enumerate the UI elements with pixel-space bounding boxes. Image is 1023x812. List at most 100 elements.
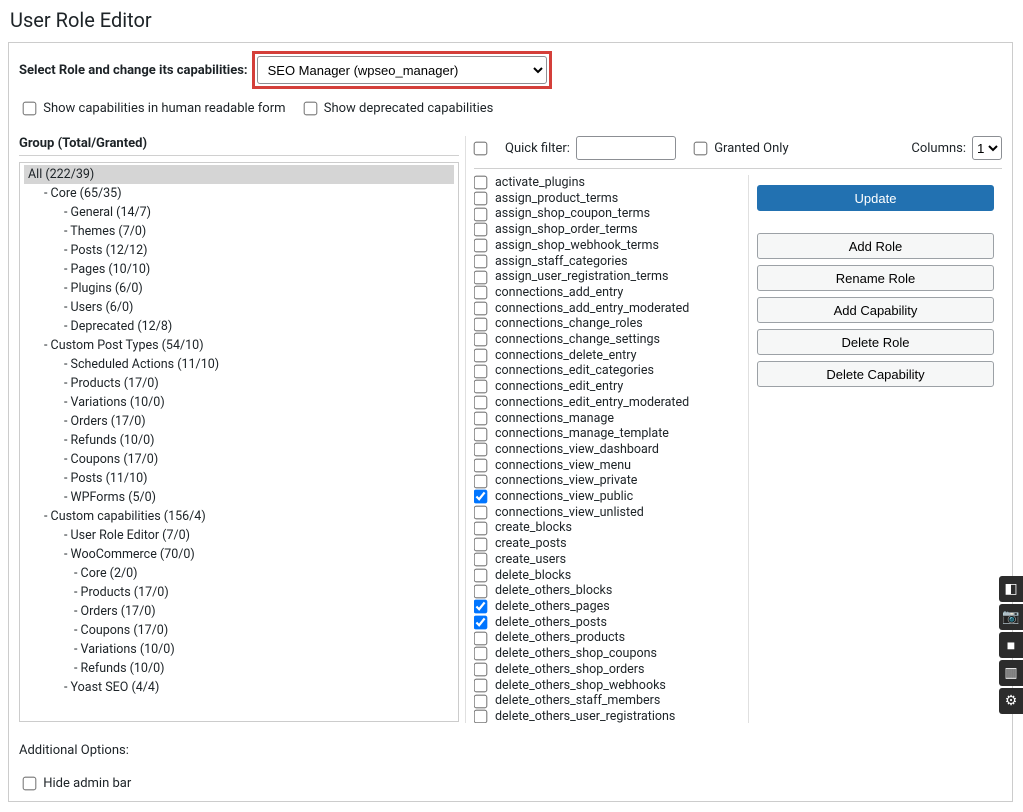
rename-role-button[interactable]: Rename Role	[757, 265, 994, 291]
capability-label[interactable]: create_blocks	[495, 520, 572, 536]
camera-icon[interactable]: 📷	[999, 604, 1023, 630]
granted-only-checkbox[interactable]	[694, 141, 708, 155]
capability-label[interactable]: assign_staff_categories	[495, 254, 628, 270]
capability-checkbox[interactable]	[474, 506, 487, 520]
tree-item[interactable]: - Refunds (10/0)	[24, 431, 454, 450]
hide-admin-bar-checkbox[interactable]	[23, 777, 37, 791]
tree-item[interactable]: - Custom capabilities (156/4)	[24, 507, 454, 526]
tree-item[interactable]: - Pages (10/10)	[24, 260, 454, 279]
update-button[interactable]: Update	[757, 185, 994, 211]
capability-checkbox[interactable]	[474, 333, 487, 347]
capability-checkbox[interactable]	[474, 710, 487, 723]
capability-label[interactable]: connections_change_roles	[495, 316, 643, 332]
capability-checkbox[interactable]	[474, 631, 487, 645]
hide-admin-bar-option[interactable]: Hide admin bar	[19, 776, 131, 791]
tree-item[interactable]: - Posts (11/10)	[24, 469, 454, 488]
capability-label[interactable]: delete_others_blocks	[495, 583, 612, 599]
tree-item[interactable]: - Products (17/0)	[24, 374, 454, 393]
capability-label[interactable]: delete_others_staff_members	[495, 693, 660, 709]
capability-checkbox[interactable]	[474, 270, 487, 284]
capability-checkbox[interactable]	[474, 490, 487, 504]
capability-label[interactable]: connections_view_dashboard	[495, 442, 659, 458]
tree-item[interactable]: - WooCommerce (70/0)	[24, 545, 454, 564]
capability-label[interactable]: activate_plugins	[495, 175, 585, 191]
capability-checkbox[interactable]	[474, 286, 487, 300]
capability-checkbox[interactable]	[474, 349, 487, 363]
capability-checkbox[interactable]	[474, 317, 487, 331]
capability-checkbox[interactable]	[474, 694, 487, 708]
capability-checkbox[interactable]	[474, 427, 487, 441]
tree-item[interactable]: - Variations (10/0)	[24, 640, 454, 659]
tree-item[interactable]: - Plugins (6/0)	[24, 279, 454, 298]
capability-checkbox[interactable]	[474, 679, 487, 693]
tree-item[interactable]: - Users (6/0)	[24, 298, 454, 317]
capability-checkbox[interactable]	[474, 474, 487, 488]
capability-checkbox[interactable]	[474, 239, 487, 253]
capability-label[interactable]: assign_shop_order_terms	[495, 222, 638, 238]
tree-item[interactable]: - Products (17/0)	[24, 583, 454, 602]
tree-item[interactable]: - Coupons (17/0)	[24, 450, 454, 469]
capability-label[interactable]: connections_delete_entry	[495, 348, 637, 364]
tree-item[interactable]: - Deprecated (12/8)	[24, 317, 454, 336]
capability-label[interactable]: delete_blocks	[495, 568, 571, 584]
capability-label[interactable]: assign_shop_webhook_terms	[495, 238, 659, 254]
capability-checkbox[interactable]	[474, 302, 487, 316]
capability-checkbox[interactable]	[474, 176, 487, 190]
capability-checkbox[interactable]	[474, 537, 487, 551]
tree-item[interactable]: - WPForms (5/0)	[24, 488, 454, 507]
tree-item[interactable]: - Yoast SEO (4/4)	[24, 678, 454, 697]
tree-item[interactable]: - Core (2/0)	[24, 564, 454, 583]
capability-checkbox[interactable]	[474, 396, 487, 410]
tree-item[interactable]: - General (14/7)	[24, 203, 454, 222]
columns-select[interactable]: 1	[972, 136, 1002, 160]
capability-label[interactable]: connections_view_unlisted	[495, 505, 644, 521]
capability-label[interactable]: connections_edit_categories	[495, 363, 654, 379]
capability-label[interactable]: create_users	[495, 552, 566, 568]
capability-label[interactable]: connections_manage	[495, 411, 614, 427]
capability-label[interactable]: connections_view_public	[495, 489, 633, 505]
capability-checkbox[interactable]	[474, 663, 487, 677]
deprecated-option[interactable]: Show deprecated capabilities	[300, 99, 494, 118]
capability-label[interactable]: delete_others_pages	[495, 599, 610, 615]
capability-checkbox[interactable]	[474, 412, 487, 426]
capability-checkbox[interactable]	[474, 584, 487, 598]
capability-label[interactable]: connections_change_settings	[495, 332, 660, 348]
capability-checkbox[interactable]	[474, 600, 487, 614]
video-icon[interactable]: ■	[999, 632, 1023, 658]
tree-item[interactable]: - Orders (17/0)	[24, 602, 454, 621]
deprecated-checkbox[interactable]	[303, 102, 317, 116]
human-readable-checkbox[interactable]	[23, 102, 37, 116]
capability-label[interactable]: delete_others_shop_coupons	[495, 646, 657, 662]
add-role-button[interactable]: Add Role	[757, 233, 994, 259]
capabilities-list[interactable]: activate_pluginsassign_product_termsassi…	[474, 175, 738, 723]
add-capability-button[interactable]: Add Capability	[757, 297, 994, 323]
capability-label[interactable]: delete_others_user_registrations	[495, 709, 675, 723]
capability-label[interactable]: connections_add_entry	[495, 285, 623, 301]
capability-checkbox[interactable]	[474, 616, 487, 630]
tree-item[interactable]: All (222/39)	[24, 165, 454, 184]
capability-label[interactable]: delete_others_products	[495, 630, 625, 646]
role-select[interactable]: SEO Manager (wpseo_manager)	[257, 56, 547, 84]
capability-checkbox[interactable]	[474, 553, 487, 567]
tree-item[interactable]: - Orders (17/0)	[24, 412, 454, 431]
capability-checkbox[interactable]	[474, 647, 487, 661]
delete-capability-button[interactable]: Delete Capability	[757, 361, 994, 387]
tree-item[interactable]: - Core (65/35)	[24, 184, 454, 203]
gear-icon[interactable]: ⚙	[999, 688, 1023, 714]
tree-item[interactable]: - User Role Editor (7/0)	[24, 526, 454, 545]
capability-label[interactable]: connections_add_entry_moderated	[495, 301, 689, 317]
delete-role-button[interactable]: Delete Role	[757, 329, 994, 355]
tree-item[interactable]: - Variations (10/0)	[24, 393, 454, 412]
capability-checkbox[interactable]	[474, 569, 487, 583]
capability-label[interactable]: create_posts	[495, 536, 567, 552]
human-readable-option[interactable]: Show capabilities in human readable form	[19, 99, 286, 118]
select-all-checkbox[interactable]	[474, 141, 488, 155]
capability-label[interactable]: assign_user_registration_terms	[495, 269, 668, 285]
tree-item[interactable]: - Scheduled Actions (11/10)	[24, 355, 454, 374]
capability-checkbox[interactable]	[474, 380, 487, 394]
capability-checkbox[interactable]	[474, 364, 487, 378]
capability-label[interactable]: connections_edit_entry_moderated	[495, 395, 689, 411]
capability-label[interactable]: connections_manage_template	[495, 426, 669, 442]
capability-checkbox[interactable]	[474, 192, 487, 206]
capability-label[interactable]: connections_edit_entry	[495, 379, 623, 395]
